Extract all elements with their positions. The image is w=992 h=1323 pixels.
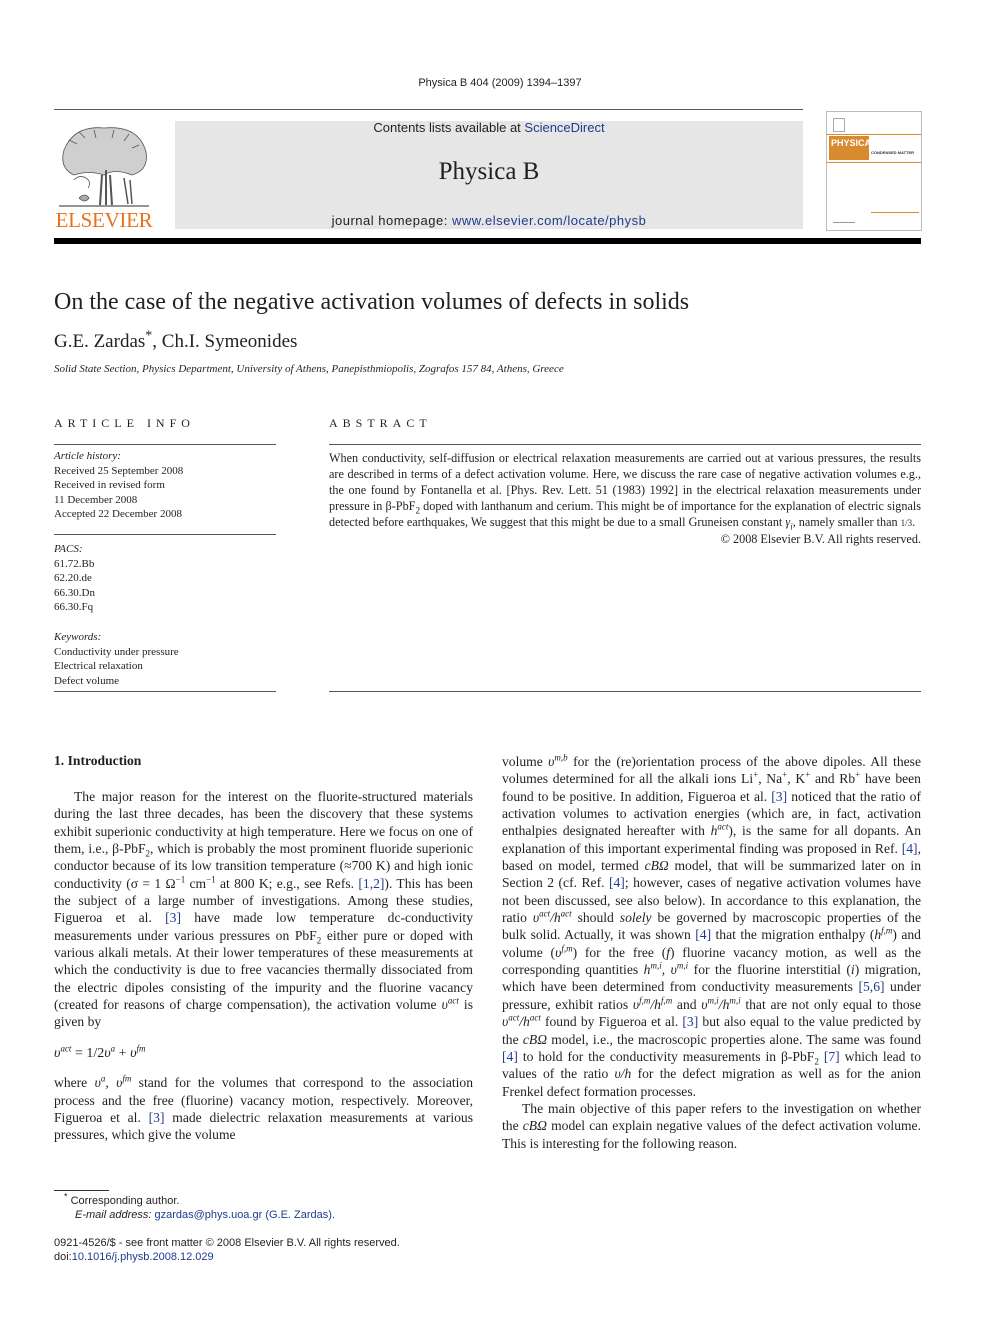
footnote-text: Corresponding author.: [70, 1195, 180, 1207]
keywords-label: Keywords:: [54, 631, 102, 643]
cover-rule: [827, 134, 921, 135]
keyword-item: Defect volume: [54, 674, 120, 687]
abstract-text: , namely smaller than: [792, 515, 901, 529]
body-right-column: volume υm,b for the (re)orientation proc…: [502, 753, 921, 1152]
author-rest: , Ch.I. Symeonides: [152, 331, 298, 352]
body-left-column: The major reason for the interest on the…: [54, 788, 473, 1144]
history-item: Received in revised form: [54, 479, 165, 491]
paragraph: The major reason for the interest on the…: [54, 789, 473, 1030]
pacs-item: 66.30.Fq: [54, 601, 94, 613]
author-first: G.E. Zardas: [54, 331, 146, 352]
citation-link[interactable]: [3]: [165, 910, 181, 925]
citation-link[interactable]: [4]: [502, 1049, 518, 1064]
keyword-item: Conductivity under pressure: [54, 645, 179, 658]
journal-name: Physica B: [438, 158, 540, 185]
pacs-item: 66.30.Dn: [54, 586, 95, 599]
citation-link[interactable]: [1,2]: [358, 876, 384, 891]
keywords-list: Keywords: Conductivity under pressure El…: [54, 630, 179, 688]
citation-link[interactable]: [3]: [771, 789, 787, 804]
email-note: E-mail address: gzardas@phys.uoa.gr (G.E…: [75, 1208, 335, 1223]
running-head: Physica B 404 (2009) 1394–1397: [418, 77, 582, 89]
corresponding-author-note: * Corresponding author.: [64, 1191, 180, 1207]
contents-prefix: Contents lists available at: [373, 120, 525, 135]
doi-link[interactable]: 10.1016/j.physb.2008.12.029: [72, 1251, 214, 1263]
citation-link[interactable]: [7]: [824, 1049, 840, 1064]
citation-link[interactable]: [3]: [149, 1110, 165, 1125]
homepage-line: journal homepage: www.elsevier.com/locat…: [175, 213, 803, 228]
history-item: Received 25 September 2008: [54, 464, 184, 477]
contents-line: Contents lists available at ScienceDirec…: [175, 120, 803, 135]
history-label: Article history:: [54, 450, 121, 462]
abstract-rule: [329, 691, 921, 692]
masthead-thick-rule: [54, 238, 921, 244]
history-item: Accepted 22 December 2008: [54, 508, 182, 520]
pacs-list: PACS: 61.72.Bb 62.20.de 66.30.Dn 66.30.F…: [54, 542, 95, 615]
homepage-link[interactable]: www.elsevier.com/locate/physb: [452, 213, 646, 228]
abstract-copyright: © 2008 Elsevier B.V. All rights reserved…: [720, 532, 921, 546]
pacs-label: PACS:: [54, 543, 83, 555]
citation-link[interactable]: [4]: [609, 875, 625, 890]
equation-1: υact = 1/2υa + υfm: [54, 1043, 146, 1061]
article-info-rule: [54, 691, 276, 692]
paragraph: volume υm,b for the (re)orientation proc…: [502, 752, 922, 1099]
cover-rule-2: [827, 162, 921, 163]
doi-line: doi:10.1016/j.physb.2008.12.029: [54, 1250, 214, 1265]
homepage-prefix: journal homepage:: [331, 213, 452, 228]
author-list: G.E. Zardas*, Ch.I. Symeonides: [54, 329, 298, 353]
citation-link[interactable]: [4]: [902, 841, 918, 856]
article-info-rule: [54, 444, 276, 445]
header-rule: [54, 109, 803, 110]
front-matter-note: 0921-4526/$ - see front matter © 2008 El…: [54, 1237, 400, 1249]
fraction: 1/3: [900, 518, 913, 528]
sciencedirect-link[interactable]: ScienceDirect: [524, 120, 604, 135]
pacs-item: 62.20.de: [54, 572, 92, 584]
doi-prefix: doi:: [54, 1251, 72, 1263]
cover-subtitle: CONDENSED MATTER: [871, 150, 915, 155]
keyword-item: Electrical relaxation: [54, 660, 143, 672]
email-link[interactable]: gzardas@phys.uoa.gr (G.E. Zardas).: [154, 1209, 335, 1221]
paragraph: where υa, υfm stand for the volumes that…: [54, 1073, 474, 1143]
abstract-heading: ABSTRACT: [329, 416, 432, 430]
article-info-rule: [54, 534, 276, 535]
citation-link[interactable]: [5,6]: [858, 979, 884, 994]
citation-link[interactable]: [4]: [695, 927, 711, 942]
article-info-heading: ARTICLE INFO: [54, 416, 195, 430]
abstract-rule: [329, 444, 921, 445]
paragraph: The main objective of this paper refers …: [502, 1100, 921, 1151]
cover-title: PHYSICA: [829, 136, 871, 160]
journal-cover-thumbnail[interactable]: PHYSICA CONDENSED MATTER: [826, 111, 922, 231]
footnote-rule: [54, 1190, 109, 1191]
article-title: On the case of the negative activation v…: [54, 289, 690, 315]
article-history: Article history: Received 25 September 2…: [54, 449, 183, 522]
email-label: E-mail address:: [75, 1209, 152, 1221]
cover-rule-3: [871, 212, 919, 213]
cover-sciencedirect-icon: [833, 216, 855, 223]
pacs-item: 61.72.Bb: [54, 557, 95, 570]
citation-link[interactable]: [3]: [682, 1014, 698, 1029]
elsevier-wordmark: ELSEVIER: [55, 208, 153, 232]
affiliation: Solid State Section, Physics Department,…: [54, 363, 564, 375]
section-heading-introduction: 1. Introduction: [54, 753, 142, 768]
cover-emblem-icon: [833, 118, 845, 132]
history-item: 11 December 2008: [54, 493, 138, 506]
abstract-body: When conductivity, self-diffusion or ele…: [329, 451, 921, 546]
